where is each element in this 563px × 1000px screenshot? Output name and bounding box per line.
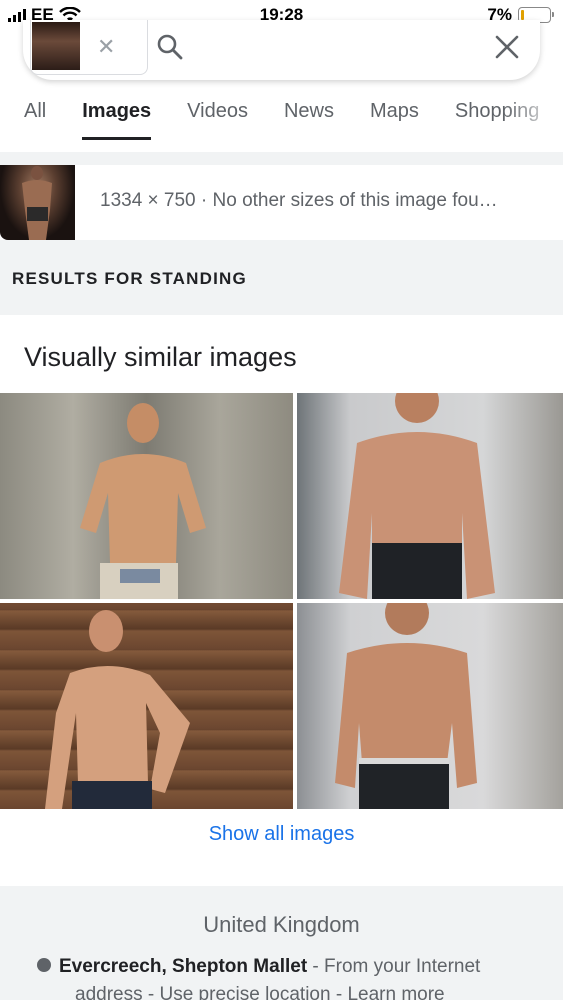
footer-country: United Kingdom — [203, 912, 360, 937]
footer-location-links[interactable]: address - Use precise location - Learn m… — [75, 984, 445, 1000]
similar-images-card: Visually similar images Show all images — [0, 315, 563, 885]
query-image-thumbnail[interactable] — [0, 165, 75, 240]
tabs-fade — [503, 100, 563, 130]
search-image-chip[interactable]: ✕ — [30, 20, 148, 75]
tab-maps[interactable]: Maps — [370, 100, 419, 140]
person-figure — [22, 166, 52, 240]
person-figure — [335, 603, 477, 809]
tab-videos[interactable]: Videos — [187, 100, 248, 140]
tab-all[interactable]: All — [24, 100, 46, 140]
person-figure — [339, 393, 495, 599]
clear-search-icon[interactable] — [494, 34, 520, 60]
results-for-label: RESULTS FOR STANDING — [12, 269, 247, 288]
search-icon[interactable] — [155, 32, 185, 62]
location-source: - From your Internet — [307, 956, 481, 977]
similar-image-4[interactable] — [297, 603, 563, 809]
divider-band — [0, 152, 563, 165]
similar-images-title: Visually similar images — [24, 342, 297, 372]
chip-close-icon[interactable]: ✕ — [97, 34, 115, 60]
battery-fill — [521, 10, 525, 20]
similar-images-grid — [0, 393, 563, 809]
footer: United Kingdom Evercreech, Shepton Malle… — [0, 886, 563, 1000]
search-image-thumbnail — [32, 22, 80, 70]
show-all-images-link[interactable]: Show all images — [0, 823, 563, 846]
tab-news[interactable]: News — [284, 100, 334, 140]
location-dot-icon — [37, 957, 51, 972]
person-figure — [45, 610, 190, 809]
location-name: Evercreech, Shepton Mallet — [59, 956, 308, 977]
similar-image-2[interactable] — [297, 393, 563, 599]
similar-image-1[interactable] — [0, 393, 293, 599]
image-size-info: 1334 × 750 · No other sizes of this imag… — [100, 190, 498, 211]
image-info-row[interactable]: 1334 × 750 · No other sizes of this imag… — [0, 165, 563, 240]
search-box[interactable]: ✕ — [23, 20, 540, 80]
footer-location: Evercreech, Shepton Mallet - From your I… — [37, 956, 480, 978]
search-tabs: All Images Videos News Maps Shopping — [0, 100, 563, 150]
person-figure — [80, 403, 206, 599]
tab-images[interactable]: Images — [82, 100, 151, 140]
similar-image-3[interactable] — [0, 603, 293, 809]
